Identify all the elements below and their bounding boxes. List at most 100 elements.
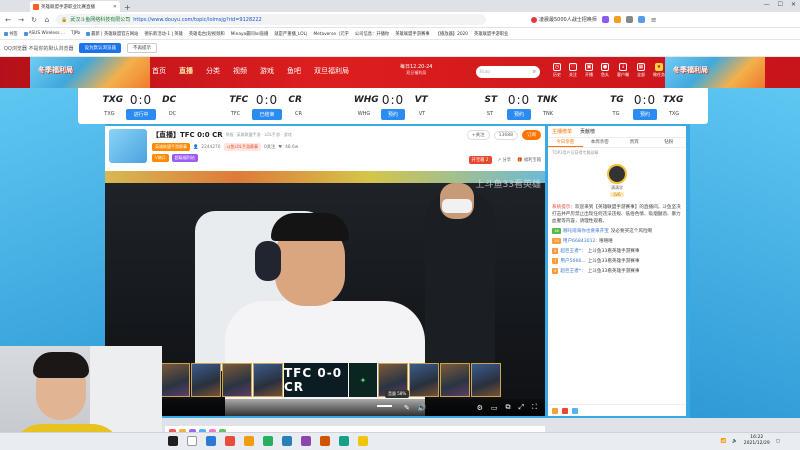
bookmark-item[interactable]: 书签: [4, 31, 18, 37]
match-status-button[interactable]: 进行中: [126, 108, 156, 120]
app-icon[interactable]: [282, 436, 292, 446]
fullscreen-icon[interactable]: ⛶: [532, 403, 537, 412]
all-button[interactable]: ▦ 全部: [637, 63, 645, 78]
chat-nick[interactable]: 用户66843012:: [563, 238, 597, 245]
rank-tab-contrib[interactable]: 贡献榜: [580, 128, 595, 135]
volume-icon[interactable]: 🔊: [418, 404, 427, 412]
match-card[interactable]: WHG 0:0 VT WHG 预约 VT: [343, 92, 443, 121]
bookmark-item[interactable]: 德乐新活动-1 | 英雄: [144, 31, 183, 37]
search-icon[interactable]: [187, 436, 197, 446]
report-link[interactable]: 举报: [226, 132, 234, 138]
reload-icon[interactable]: ↻: [30, 16, 38, 24]
streamer-avatar[interactable]: [109, 129, 147, 163]
match-reserve-button[interactable]: 预约: [632, 108, 657, 120]
start-icon[interactable]: [168, 436, 178, 446]
match-card[interactable]: ST 0:0 TNK ST 预约 TNK: [469, 92, 569, 121]
level-chip[interactable]: V骑兵: [152, 154, 169, 162]
top-user[interactable]: 满满学 LV6: [548, 158, 686, 202]
bookmark-item[interactable]: 公司信息：开播你: [355, 31, 389, 37]
settings-icon[interactable]: ⚙: [477, 404, 483, 412]
subscribe-button[interactable]: 订阅: [522, 130, 541, 140]
home-icon[interactable]: ⌂: [43, 16, 51, 24]
nav-event[interactable]: 双旦福利局: [314, 66, 349, 76]
follow-button[interactable]: ♡ 关注: [569, 63, 577, 78]
nav-yuba[interactable]: 鱼吧: [287, 66, 301, 76]
chevron-left-icon[interactable]: ‹: [84, 100, 87, 109]
profile-icon[interactable]: [637, 16, 645, 23]
picture-in-picture-icon[interactable]: ⧉: [505, 403, 510, 412]
nav-home[interactable]: 首页: [152, 66, 166, 76]
new-tab-icon[interactable]: +: [124, 3, 131, 12]
folder-app-icon[interactable]: [244, 436, 254, 446]
rank-tab-anchor[interactable]: 主播榜单: [552, 128, 572, 135]
follow-add-button[interactable]: +关注: [466, 130, 490, 140]
chat-nick[interactable]: 超巨王者*：: [560, 248, 585, 255]
chat-nick[interactable]: 用户5666...: [560, 258, 585, 265]
set-default-button[interactable]: 设为默认浏览器: [79, 43, 121, 53]
emoji-icon[interactable]: [572, 407, 578, 414]
bookmark-item[interactable]: 英雄联盟手游职业: [474, 31, 508, 37]
share-button[interactable]: ↗ 分享: [498, 157, 512, 163]
match-reserve-button[interactable]: 预约: [506, 108, 531, 120]
room-category[interactable]: 英雄联盟手游 · LOL手游 · 游戏: [237, 132, 292, 138]
forward-icon[interactable]: →: [17, 16, 25, 24]
app-icon[interactable]: [358, 436, 368, 446]
banner-right[interactable]: 冬季福利局: [665, 57, 765, 88]
event-badge[interactable]: 每日12.20-24 双旦福利局: [400, 63, 432, 76]
nav-live[interactable]: 直播: [179, 66, 193, 76]
minimize-icon[interactable]: —: [764, 1, 770, 8]
maximize-icon[interactable]: ☐: [778, 1, 783, 8]
extension-icon[interactable]: [613, 16, 621, 23]
bookmark-item[interactable]: 英雄电台|短视频和: [189, 31, 225, 37]
app-icon[interactable]: [339, 436, 349, 446]
tab-diamond[interactable]: 钻粉: [652, 138, 687, 147]
chat-nick[interactable]: 哪吒闹海你也要来开宝: [563, 228, 609, 235]
network-icon[interactable]: 📶: [721, 439, 727, 444]
fishball-button[interactable]: ● 鱼丸: [601, 63, 609, 78]
chrome-app-icon[interactable]: [225, 436, 235, 446]
bookmark-item[interactable]: Minaya最同lol直播: [231, 31, 269, 37]
volume-slider[interactable]: [377, 405, 403, 407]
client-button[interactable]: ↓ 客户端: [617, 63, 629, 78]
bookmark-item[interactable]: ASUS Wireless ...: [23, 31, 65, 36]
history-button[interactable]: ◷ 历史: [553, 63, 561, 78]
wechat-app-icon[interactable]: [263, 436, 273, 446]
speaker-icon[interactable]: 🔈: [732, 439, 738, 444]
match-card[interactable]: TXG 0:0 DC TXG 进行中 DC: [91, 92, 191, 121]
streamer-badge[interactable]: 英雄联盟手游赛事: [152, 143, 190, 151]
hot-chip[interactable]: 斗鱼LOL手游赛事: [223, 143, 261, 151]
site-search-input[interactable]: Riao ⌕: [476, 66, 540, 78]
welfare-box-button[interactable]: 🎁 福利宝箱: [517, 157, 541, 163]
bookmark-item[interactable]: 【播放器】2020: [436, 31, 468, 37]
treasure-box-button[interactable]: 开宝箱 2: [468, 156, 492, 164]
extension-icon[interactable]: [625, 16, 633, 23]
back-icon[interactable]: ←: [4, 16, 12, 24]
tab-today[interactable]: 今日亲密: [548, 138, 583, 147]
browser-promo[interactable]: 凌晨最5000人战士招唤师: [531, 16, 597, 23]
broadcast-button[interactable]: ▣ 开播: [585, 63, 593, 78]
bookmark-item[interactable]: 最新 | 英雄联盟官方网站: [86, 31, 138, 37]
tab-week[interactable]: 本周亲密: [583, 138, 618, 147]
chat-nick[interactable]: 超巨王者*：: [560, 268, 585, 275]
url-bar[interactable]: 🔒 武汉斗鱼网络科技有限公司 https://www.douyu.com/top…: [56, 14, 486, 25]
banner-left[interactable]: 冬季福利局: [30, 57, 150, 88]
welfare-chip[interactable]: 超级福利站: [171, 154, 198, 162]
notification-icon[interactable]: ▢: [776, 439, 780, 444]
browser-app-icon[interactable]: [206, 436, 216, 446]
extension-icon[interactable]: [601, 16, 609, 23]
gift-icon[interactable]: [552, 407, 558, 414]
video-player[interactable]: 上斗鱼33看英雄 TFC 0-0 CR ✦ 音量 58% ✎ 🔊 ⚙ ▭ ⧉ ⤢…: [105, 171, 545, 416]
app-icon[interactable]: [320, 436, 330, 446]
nav-game[interactable]: 游戏: [260, 66, 274, 76]
bookmark-item[interactable]: TJPb: [71, 31, 80, 36]
web-fullscreen-icon[interactable]: ⤢: [518, 403, 524, 412]
danmaku-edit-icon[interactable]: ✎: [404, 404, 410, 412]
screenshot-icon[interactable]: ▭: [491, 404, 498, 412]
match-reserve-button[interactable]: 预约: [380, 108, 405, 120]
match-status-button[interactable]: 已结束: [252, 108, 282, 120]
chevron-right-icon[interactable]: ›: [700, 100, 703, 109]
browser-tab[interactable]: 英雄联盟手游职业比赛直播 ✕: [30, 1, 120, 12]
badge-icon[interactable]: [562, 407, 568, 414]
task-button[interactable]: ★ 做任务: [653, 63, 665, 78]
clock[interactable]: 16:22 2021/12/29: [744, 435, 770, 447]
